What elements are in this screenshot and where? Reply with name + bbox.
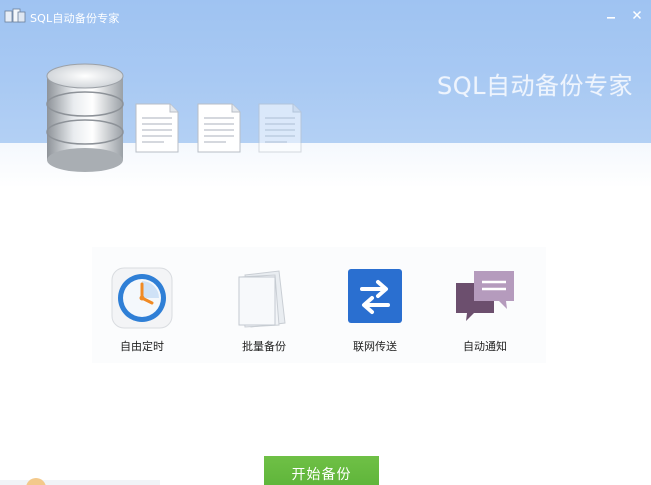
corner-decoration xyxy=(0,478,160,485)
feature-network-transfer[interactable]: 联网传送 xyxy=(325,267,425,359)
minimize-icon xyxy=(607,17,615,19)
transfer-arrows-icon xyxy=(348,269,402,323)
app-window: SQL自动备份专家 SQL自动备份专家 自由定时 批量备份 联网传送 自动通知 … xyxy=(0,0,651,485)
feature-auto-notify[interactable]: 自动通知 xyxy=(435,267,535,359)
start-backup-button[interactable]: 开始备份 xyxy=(264,456,379,485)
database-icon xyxy=(46,63,124,172)
feature-label: 批量备份 xyxy=(242,340,286,353)
document-icon xyxy=(197,103,241,153)
app-logo-icon xyxy=(4,8,26,23)
chat-bubbles-icon xyxy=(456,271,514,321)
clock-icon xyxy=(111,267,173,329)
papers-icon xyxy=(238,270,286,328)
document-icon xyxy=(258,103,302,153)
feature-batch-backup[interactable]: 批量备份 xyxy=(214,267,314,359)
document-icon xyxy=(135,103,179,153)
minimize-button[interactable] xyxy=(603,8,619,22)
close-button[interactable] xyxy=(629,8,645,22)
feature-label: 自动通知 xyxy=(463,340,507,353)
close-icon xyxy=(632,10,642,20)
feature-label: 自由定时 xyxy=(120,340,164,353)
feature-panel: 自由定时 批量备份 联网传送 自动通知 xyxy=(92,247,546,363)
window-title: SQL自动备份专家 xyxy=(30,12,120,25)
brand-title: SQL自动备份专家 xyxy=(437,72,633,100)
feature-label: 联网传送 xyxy=(353,340,397,353)
feature-scheduled-timing[interactable]: 自由定时 xyxy=(92,267,192,359)
